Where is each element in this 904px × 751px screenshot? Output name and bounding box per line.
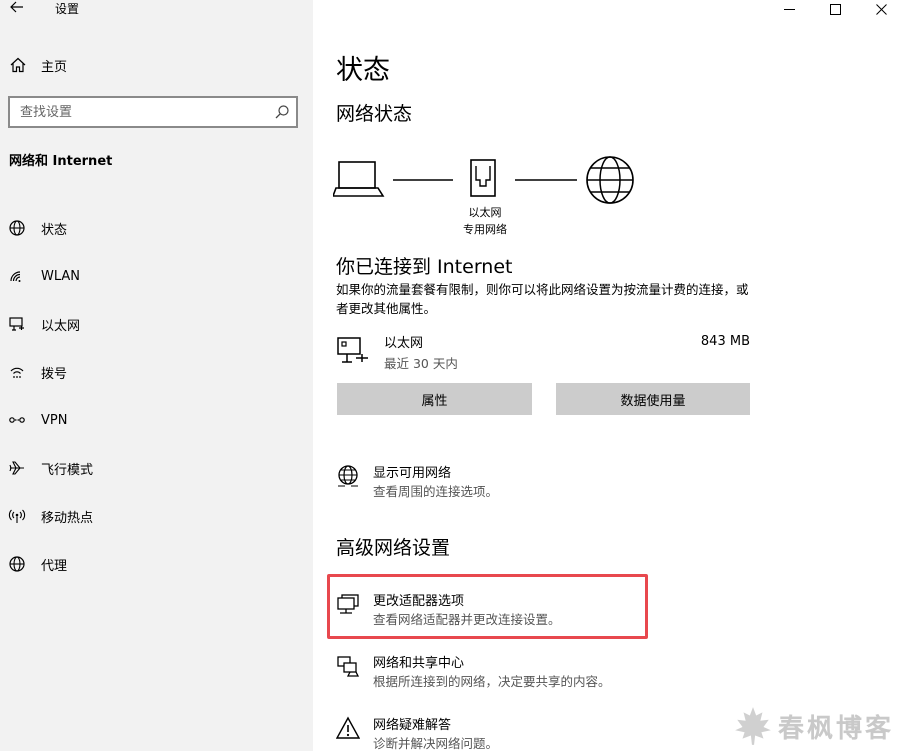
sidebar-item-label: 代理 [41, 558, 68, 574]
connected-description: 如果你的流量套餐有限制，则你可以将此网络设置为按流量计费的连接，或者更改其他属性… [336, 282, 749, 316]
show-available-networks-link[interactable]: 显示可用网络 查看周围的连接选项。 [336, 462, 756, 502]
connection-name: 以太网 [384, 336, 424, 351]
connected-heading: 你已连接到 Internet [336, 256, 513, 278]
change-adapter-options-link[interactable]: 更改适配器选项 查看网络适配器并更改连接设置。 [336, 590, 756, 630]
ethernet-icon [337, 337, 368, 363]
arrow-left-icon [10, 1, 23, 13]
sidebar-item-label: 移动热点 [41, 510, 94, 526]
close-button[interactable] [858, 0, 904, 18]
link-subtitle: 根据所连接到的网络，决定要共享的内容。 [373, 674, 611, 689]
sidebar-item-label: 拨号 [41, 366, 68, 382]
link-title: 网络疑难解答 [373, 718, 452, 733]
link-subtitle: 查看网络适配器并更改连接设置。 [373, 612, 561, 627]
maximize-button[interactable] [812, 0, 858, 18]
network-status-heading: 网络状态 [336, 103, 413, 125]
hotspot-icon [8, 509, 26, 523]
warning-icon [336, 716, 360, 739]
sidebar-item-label: WLAN [41, 268, 81, 284]
sidebar-item-wlan[interactable]: WLAN [0, 252, 313, 300]
sidebar-item-proxy[interactable]: 代理 [0, 540, 313, 588]
ethernet-port-icon [470, 159, 496, 197]
watermark: 春枫博客 [732, 705, 894, 747]
sidebar-item-label: VPN [41, 412, 68, 428]
window-title: 设置 [55, 2, 80, 16]
search-box[interactable] [8, 96, 298, 128]
link-subtitle: 查看周围的连接选项。 [373, 484, 499, 499]
sidebar: 设置 主页 网络和 Internet 状态 WLAN 以太网 拨号 VPN [0, 0, 313, 751]
home-icon [10, 57, 26, 73]
main-content: 状态 网络状态 以太网 专用网络 你已连接到 Internet 如果你的流量套餐… [313, 0, 904, 751]
globe-icon [338, 465, 358, 487]
sidebar-item-vpn[interactable]: VPN [0, 396, 313, 444]
diagram-label-type: 以太网 [468, 206, 502, 219]
sidebar-nav: 状态 WLAN 以太网 拨号 VPN 飞行模式 移动热点 代理 [0, 204, 313, 588]
network-sharing-center-link[interactable]: 网络和共享中心 根据所连接到的网络，决定要共享的内容。 [336, 652, 756, 692]
globe-icon [9, 220, 25, 236]
data-usage-button[interactable]: 数据使用量 [556, 383, 750, 415]
sidebar-item-label: 飞行模式 [41, 462, 94, 478]
section-header: 网络和 Internet [9, 154, 113, 169]
dialup-icon [10, 367, 24, 378]
minimize-button[interactable] [766, 0, 812, 18]
diagram-label-network: 专用网络 [463, 223, 507, 236]
globe-icon [586, 156, 634, 204]
wifi-icon [10, 271, 21, 282]
page-title: 状态 [336, 55, 390, 86]
laptop-icon [333, 161, 385, 197]
sidebar-item-dialup[interactable]: 拨号 [0, 348, 313, 396]
minimize-icon [783, 8, 795, 10]
sidebar-item-status[interactable]: 状态 [0, 204, 313, 252]
back-button[interactable] [6, 0, 28, 18]
maximize-icon [829, 3, 841, 15]
sidebar-item-label: 状态 [41, 222, 68, 238]
link-subtitle: 诊断并解决网络问题。 [373, 736, 499, 751]
vpn-icon [9, 417, 25, 423]
sidebar-item-airplane[interactable]: 飞行模式 [0, 444, 313, 492]
search-icon[interactable] [274, 104, 290, 120]
connection-row: 以太网 最近 30 天内 843 MB [336, 332, 750, 372]
link-title: 网络和共享中心 [373, 656, 465, 671]
advanced-settings-heading: 高级网络设置 [336, 537, 451, 559]
link-title: 显示可用网络 [373, 466, 452, 481]
ethernet-icon [9, 317, 24, 331]
link-title: 更改适配器选项 [373, 594, 465, 609]
close-icon [875, 3, 887, 15]
connection-period: 最近 30 天内 [384, 356, 458, 371]
sidebar-item-home[interactable]: 主页 [0, 52, 313, 78]
window-controls [766, 0, 904, 18]
sidebar-item-ethernet[interactable]: 以太网 [0, 300, 313, 348]
diagram-label: 以太网 专用网络 [450, 204, 520, 238]
sidebar-item-label: 以太网 [41, 318, 81, 334]
network-troubleshooter-link[interactable]: 网络疑难解答 诊断并解决网络问题。 [336, 714, 756, 751]
globe-icon [9, 556, 25, 572]
data-usage-amount: 843 MB [700, 334, 750, 349]
sharing-center-icon [337, 656, 360, 677]
network-adapter-icon [337, 594, 359, 614]
sidebar-item-hotspot[interactable]: 移动热点 [0, 492, 313, 540]
maple-leaf-icon [735, 707, 771, 745]
search-input[interactable] [20, 104, 274, 120]
properties-button[interactable]: 属性 [337, 383, 532, 415]
sidebar-item-label: 主页 [41, 59, 68, 75]
airplane-icon [9, 461, 24, 475]
watermark-text: 春枫博客 [777, 713, 894, 744]
